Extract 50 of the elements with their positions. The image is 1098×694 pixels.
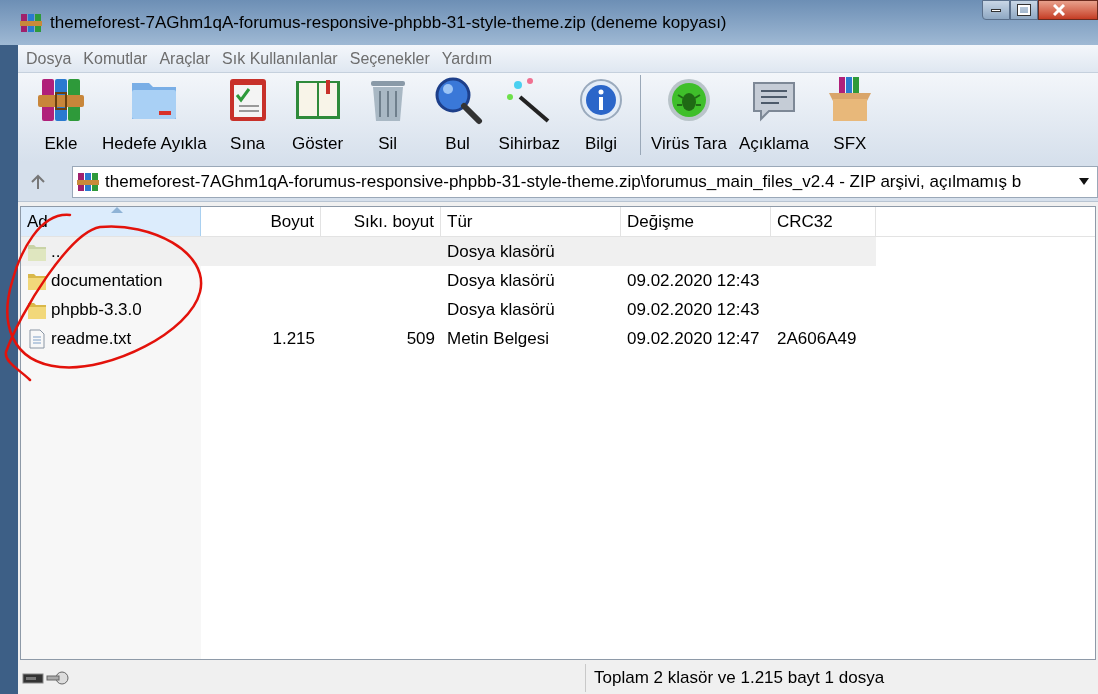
file-name: phpbb-3.3.0 — [51, 298, 142, 321]
menu-item[interactable]: Seçenekler — [349, 46, 430, 71]
menu-item[interactable]: Komutlar — [83, 46, 148, 71]
dropdown-caret-icon[interactable] — [1079, 178, 1089, 185]
text-file-icon — [27, 328, 47, 349]
toolbar-button[interactable]: Bilgi — [566, 74, 636, 156]
address-text: themeforest-7AGhm1qA-forumus-responsive-phpbb-31-style-theme.zip\forumus_main_files_v2.4 - ZIP arşivi, açılmamış b — [105, 170, 1023, 193]
toolbar-button[interactable]: Hedefe Ayıkla — [96, 74, 213, 156]
window-title: themeforest-7AGhm1qA-forumus-responsive-phpbb-31-style-theme.zip (deneme kopyası) — [50, 11, 727, 34]
table-cell-text: Dosya klasörü — [447, 298, 555, 321]
file-row[interactable]: phpbb-3.3.0 Dosya klasörü 09.02.2020 12:43 — [21, 295, 876, 324]
close-icon — [1053, 4, 1065, 16]
table-cell-text: 2A606A49 — [777, 327, 857, 350]
file-name: documentation — [51, 269, 163, 292]
file-name: .. — [51, 240, 61, 263]
sort-arrow-icon — [110, 207, 123, 213]
toolbar-button[interactable]: Sil — [352, 74, 423, 156]
toolbar-button[interactable]: Virüs Tara — [645, 74, 733, 156]
toolbar-button[interactable]: Bul — [422, 74, 493, 156]
maximize-button[interactable] — [1010, 0, 1038, 20]
toolbar-button[interactable]: SFX — [814, 74, 885, 156]
file-row[interactable]: documentation Dosya klasörü 09.02.2020 12:43 — [21, 266, 876, 295]
file-row[interactable]: readme.txt 1.215 509 Metin Belgesi 09.02.2020 12:47 2A606A49 — [21, 324, 876, 353]
file-name: readme.txt — [51, 327, 132, 350]
close-button[interactable] — [1038, 0, 1098, 20]
status-text: Toplam 2 klasör ve 1.215 bayt 1 dosya — [594, 667, 885, 690]
menu-item[interactable]: Araçlar — [159, 46, 211, 71]
table-cell-text: Dosya klasörü — [447, 240, 555, 263]
app-logo-icon — [20, 11, 42, 34]
archive-icon — [77, 170, 99, 193]
table-cell-text: 1.215 — [272, 327, 315, 350]
file-row[interactable]: .. Dosya klasörü — [21, 237, 876, 266]
toolbar-button[interactable]: Sına — [212, 74, 283, 156]
up-arrow-icon — [30, 173, 46, 190]
address-field[interactable]: themeforest-7AGhm1qA-forumus-responsive-phpbb-31-style-theme.zip\forumus_main_files_v2.4 - ZIP arşivi, açılmamış b — [72, 165, 1098, 198]
toolbar-button[interactable]: Ekle — [26, 74, 96, 156]
table-cell-text: Metin Belgesi — [447, 327, 550, 350]
table-cell-text: 09.02.2020 12:47 — [627, 327, 760, 350]
menu-item[interactable]: Sık Kullanılanlar — [222, 46, 338, 71]
table-cell-text: 509 — [406, 327, 435, 350]
menu-item[interactable]: Yardım — [441, 46, 493, 71]
toolbar-button[interactable]: Açıklama — [732, 74, 815, 156]
toolbar-button[interactable]: Göster — [282, 74, 353, 156]
toolbar-button[interactable]: Sihirbaz — [492, 74, 566, 156]
table-cell-text: 09.02.2020 12:43 — [627, 269, 760, 292]
menu-item[interactable]: Dosya — [26, 46, 72, 71]
drive-key-icon — [22, 671, 70, 685]
table-cell-text: 09.02.2020 12:43 — [627, 298, 760, 321]
table-cell-text: Dosya klasörü — [447, 269, 555, 292]
minimize-button[interactable] — [982, 0, 1010, 20]
